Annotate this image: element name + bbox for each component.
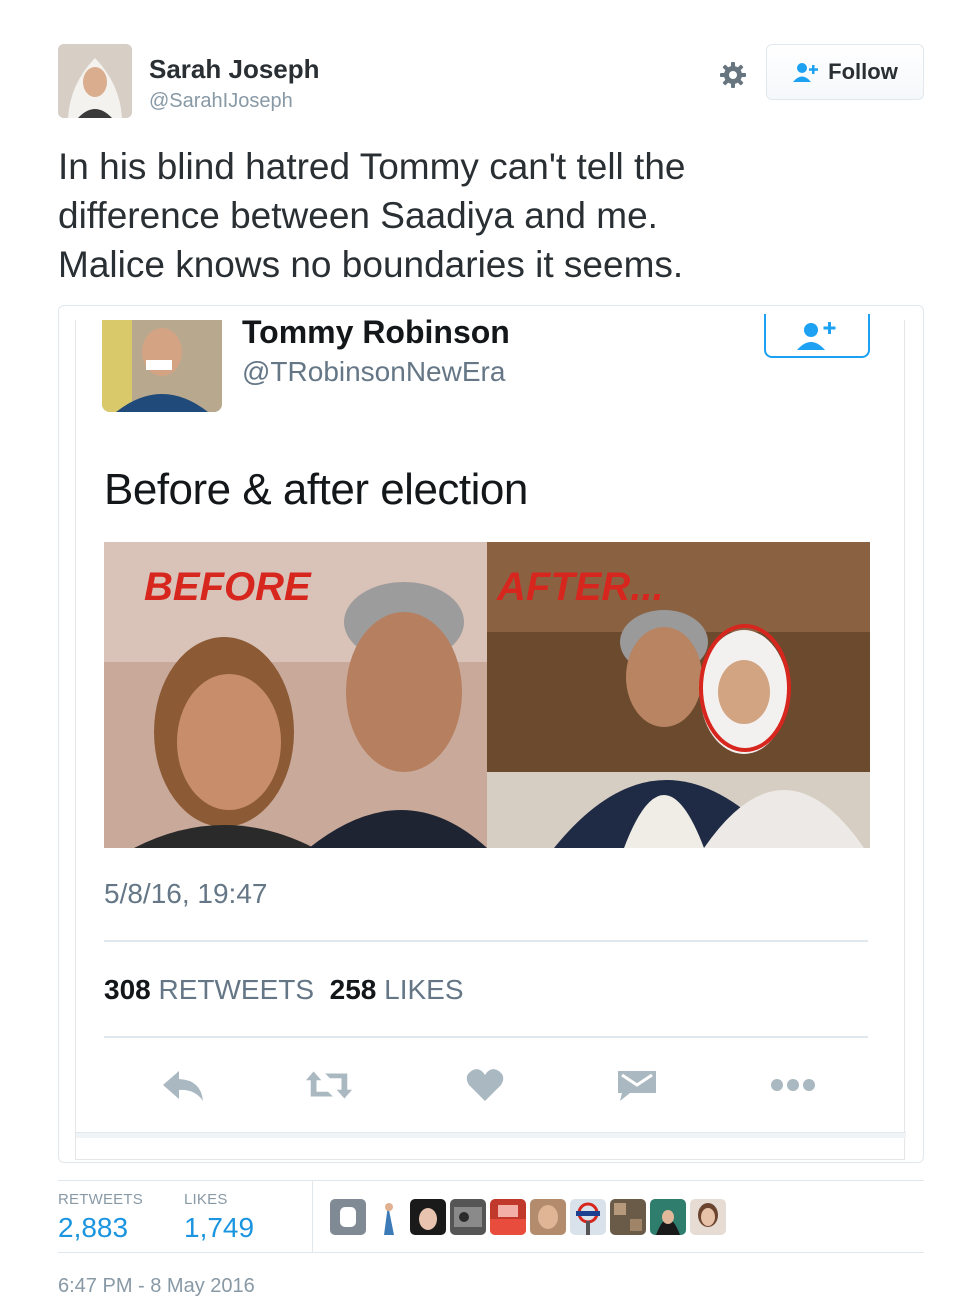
author-name[interactable]: Sarah Joseph [149, 54, 320, 85]
quoted-likes-count: 258 [329, 974, 377, 1005]
tweet-stats: RETWEETS 2,883 LIKES 1,749 [58, 1180, 924, 1253]
liker-avatar[interactable] [610, 1199, 646, 1235]
liker-avatars [330, 1199, 726, 1235]
add-user-icon [797, 322, 836, 350]
retweet-icon [304, 1060, 354, 1110]
quoted-author-handle: @TRobinsonNewEra [242, 356, 506, 387]
quoted-retweets-count: 308 [104, 974, 151, 1005]
tweet-text-line: Malice knows no boundaries it seems. [58, 244, 684, 285]
quoted-retweets-label: RETWEETS [158, 974, 315, 1005]
tweet-header: Sarah Joseph @SarahIJoseph Follow [58, 44, 924, 120]
quoted-likes-label: LIKES [384, 974, 464, 1005]
quoted-card-footer [76, 1132, 906, 1138]
more-icon [768, 1060, 818, 1110]
quoted-tweet-card: Tommy Robinson @TRobinsonNewEra Before &… [75, 314, 906, 1160]
author-avatar[interactable] [58, 44, 132, 118]
divider [312, 1181, 313, 1253]
follow-button[interactable]: Follow [766, 44, 924, 100]
follow-label: Follow [828, 59, 898, 84]
liker-avatar[interactable] [650, 1199, 686, 1235]
liker-avatar[interactable] [490, 1199, 526, 1235]
liker-avatar[interactable] [570, 1199, 606, 1235]
message-icon [612, 1060, 662, 1110]
liker-avatar[interactable] [410, 1199, 446, 1235]
liker-avatar[interactable] [530, 1199, 566, 1235]
liker-avatar[interactable] [370, 1199, 406, 1235]
after-label: AFTER... [496, 565, 664, 609]
quoted-tweet-text: Before & after election [104, 465, 528, 514]
liker-avatar[interactable] [330, 1199, 366, 1235]
tweet-timestamp[interactable]: 6:47 PM - 8 May 2016 [58, 1275, 255, 1298]
liker-avatar[interactable] [450, 1199, 486, 1235]
quoted-action-bar [104, 1060, 870, 1110]
reply-icon [158, 1060, 208, 1110]
like-icon [460, 1060, 510, 1110]
quoted-date: 5/8/16, 19:47 [104, 878, 268, 909]
tweet-text: In his blind hatred Tommy can't tell the… [58, 142, 918, 289]
quoted-author-avatar [102, 320, 222, 412]
retweets-label: RETWEETS [58, 1191, 143, 1208]
quoted-author-name: Tommy Robinson [242, 314, 510, 350]
likes-stat[interactable]: LIKES 1,749 [184, 1191, 254, 1244]
quoted-follow-button [764, 314, 870, 358]
embedded-image[interactable]: Tommy Robinson @TRobinsonNewEra Before &… [58, 305, 924, 1163]
before-after-photo: BEFORE AFTER... [104, 542, 870, 848]
divider [104, 940, 868, 942]
liker-avatar[interactable] [690, 1199, 726, 1235]
tweet-text-line: In his blind hatred Tommy can't tell the [58, 146, 686, 187]
retweets-count: 2,883 [58, 1212, 129, 1243]
likes-label: LIKES [184, 1191, 228, 1208]
author-handle[interactable]: @SarahIJoseph [149, 90, 293, 113]
before-label: BEFORE [144, 565, 312, 609]
quoted-stats: 308 RETWEETS 258 LIKES [104, 974, 464, 1006]
gear-icon[interactable] [718, 60, 748, 90]
tweet-text-line: difference between Saadiya and me. [58, 195, 658, 236]
divider [104, 1036, 868, 1038]
retweets-stat[interactable]: RETWEETS 2,883 [58, 1191, 143, 1244]
add-user-icon [793, 63, 819, 82]
likes-count: 1,749 [184, 1212, 255, 1243]
